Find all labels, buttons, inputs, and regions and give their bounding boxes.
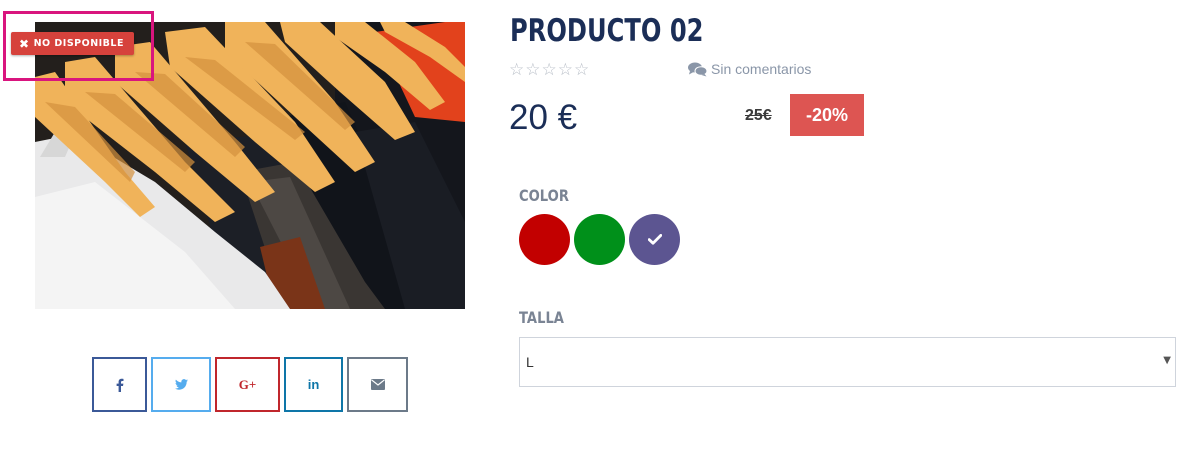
share-google-plus-button[interactable]: G+ (215, 357, 280, 412)
twitter-icon (174, 379, 188, 390)
color-label: COLOR (519, 186, 569, 205)
linkedin-icon: in (307, 377, 320, 392)
rating-stars: ☆ ☆ ☆ ☆ ☆ (509, 62, 589, 79)
share-facebook-button[interactable] (92, 357, 147, 412)
share-email-button[interactable] (347, 357, 408, 412)
facebook-icon (116, 378, 124, 392)
google-plus-icon: G+ (238, 376, 257, 392)
old-price: 25€ (745, 107, 772, 124)
share-linkedin-button[interactable]: in (284, 357, 343, 412)
checkmark-icon (647, 234, 662, 245)
comments-label: Sin comentarios (711, 61, 812, 77)
size-label: TALLA (519, 308, 564, 327)
size-select[interactable]: L ▼ (519, 337, 1176, 387)
star-empty-icon: ☆ (541, 60, 557, 80)
comments-icon (688, 62, 707, 76)
close-icon: ✖ (19, 36, 30, 51)
out-of-stock-badge: ✖ NO DISPONIBLE (11, 32, 134, 55)
star-empty-icon: ☆ (574, 60, 590, 80)
size-select-value: L (526, 354, 534, 370)
star-empty-icon: ☆ (557, 60, 573, 80)
status-badge-label: NO DISPONIBLE (33, 38, 124, 49)
star-empty-icon: ☆ (525, 60, 541, 80)
chevron-down-icon: ▼ (1163, 355, 1171, 366)
envelope-icon (370, 379, 385, 390)
discount-badge: -20% (790, 94, 864, 136)
color-swatch-purple[interactable] (629, 214, 680, 265)
color-swatch-red[interactable] (519, 214, 570, 265)
star-empty-icon: ☆ (509, 60, 525, 80)
current-price: 20 € (509, 98, 578, 137)
product-title: PRODUCTO 02 (510, 13, 704, 49)
share-twitter-button[interactable] (151, 357, 211, 412)
color-swatch-green[interactable] (574, 214, 625, 265)
comments-link[interactable]: Sin comentarios (688, 61, 811, 77)
